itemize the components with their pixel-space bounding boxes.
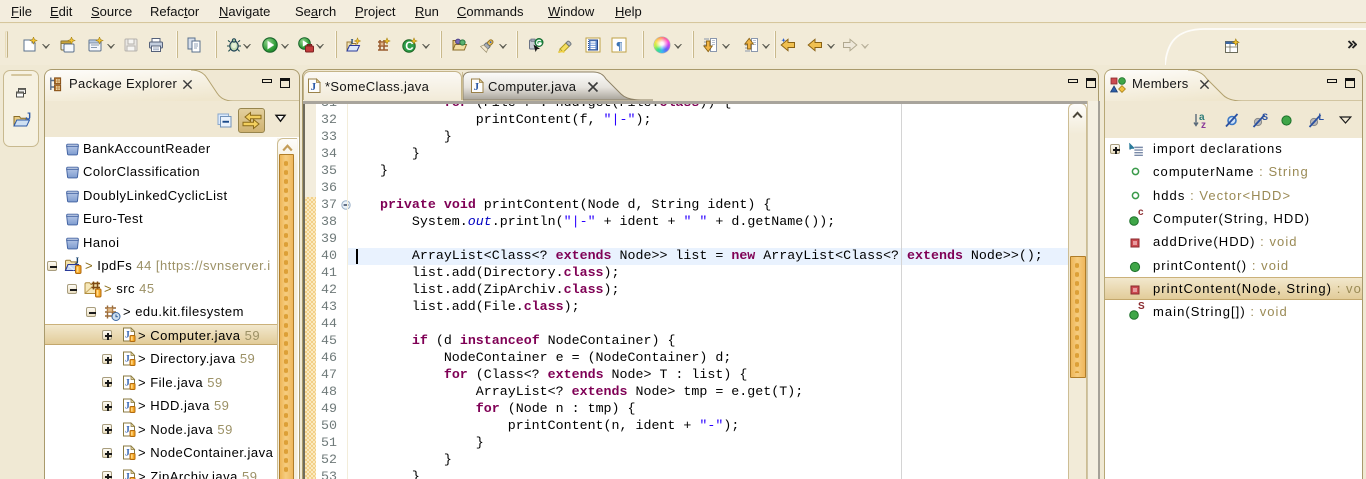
svg-text:J: J <box>125 402 130 412</box>
svg-text:J: J <box>311 81 317 93</box>
svg-text:J: J <box>474 81 480 93</box>
svg-text:J: J <box>125 426 130 436</box>
svg-text:J: J <box>125 331 130 341</box>
svg-text:J: J <box>125 473 130 479</box>
svg-text:L: L <box>1319 113 1325 122</box>
svg-text:S: S <box>1262 113 1268 122</box>
svg-text:¶: ¶ <box>616 39 622 53</box>
svg-text:J: J <box>26 112 32 123</box>
svg-text:J: J <box>75 257 80 266</box>
svg-text:J: J <box>125 449 130 459</box>
svg-text:C: C <box>405 41 413 53</box>
svg-text:z: z <box>1201 120 1206 129</box>
svg-text:J: J <box>350 38 354 47</box>
svg-text:J: J <box>125 379 130 389</box>
svg-text:J: J <box>125 355 130 365</box>
